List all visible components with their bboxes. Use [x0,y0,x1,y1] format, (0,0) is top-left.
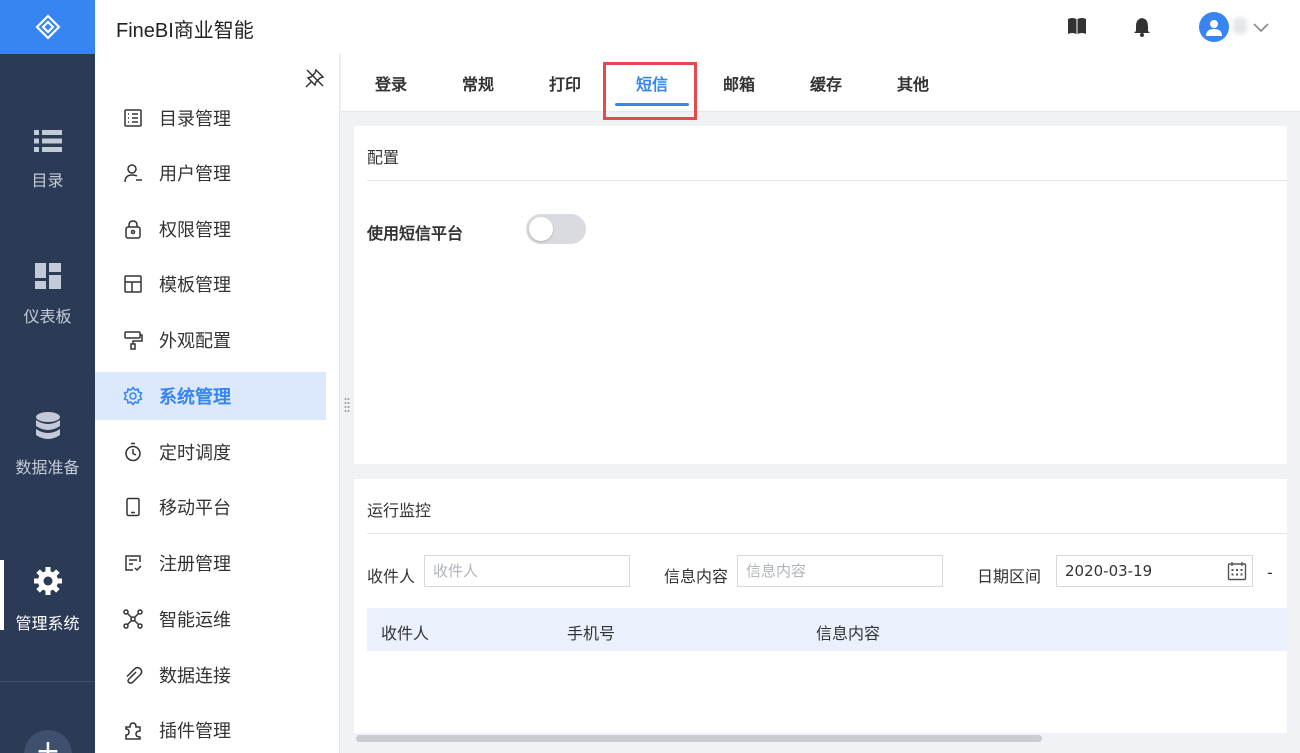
tab-other[interactable]: 其他 [883,54,943,112]
user-icon [122,162,144,184]
sidebar-item-label: 系统管理 [159,387,231,408]
avatar[interactable] [1199,12,1229,42]
sidebar-item-label: 外观配置 [159,331,231,352]
toggle-knob [529,217,553,241]
column-header[interactable]: 信息内容 [816,620,880,644]
sidebar-item-label: 目录管理 [159,109,231,130]
highlight-annotation [603,62,697,120]
section-title: 配置 [367,148,400,167]
resize-handle[interactable] [344,397,350,415]
settings-tabs: 登录 常规 打印 短信 邮箱 缓存 其他 [341,54,1300,112]
column-header[interactable]: 收件人 [381,620,429,644]
sms-platform-label: 使用短信平台 [367,224,464,243]
rail-item-label: 目录 [31,171,64,190]
add-button[interactable]: + [24,730,72,753]
section-title: 运行监控 [367,501,432,520]
register-icon [122,552,144,574]
list-icon [33,129,62,157]
sidebar-item-label: 模板管理 [159,275,231,296]
tab-login[interactable]: 登录 [361,54,421,112]
date-start-input[interactable] [1056,555,1253,587]
left-rail: 目录 仪表板 数据准备 管理系统 + [0,0,95,753]
admin-sidebar: 目录管理 用户管理 权限管理 模板管理 外观配置 系统管理 定时调度 移动平台 … [95,54,340,753]
horizontal-scrollbar[interactable] [354,733,1287,743]
lock-icon [122,218,144,240]
scrollbar-thumb[interactable] [356,735,1042,742]
sidebar-item-system[interactable]: 系统管理 [95,372,326,420]
network-icon [122,608,144,630]
gear-icon [33,566,63,600]
sidebar-item-mobile[interactable]: 移动平台 [95,483,326,531]
link-icon [122,664,144,686]
date-separator: - [1267,563,1273,582]
gear-icon [122,385,144,407]
rail-item-catalog[interactable]: 目录 [0,110,95,210]
top-header: FineBI商业智能 [95,0,1300,54]
template-icon [122,273,144,295]
plugin-icon [122,719,144,741]
content-input[interactable] [737,555,943,587]
logo-icon [34,14,61,40]
sidebar-item-schedule[interactable]: 定时调度 [95,428,326,476]
tab-general[interactable]: 常规 [448,54,508,112]
sms-platform-toggle[interactable] [526,214,586,244]
user-name-redacted [1233,18,1247,34]
divider [367,180,1287,181]
sidebar-item-templates[interactable]: 模板管理 [95,260,326,308]
rail-item-admin[interactable]: 管理系统 [0,550,95,650]
sidebar-item-plugins[interactable]: 插件管理 [95,706,326,753]
recipient-label: 收件人 [367,567,416,586]
config-panel: 配置 使用短信平台 [354,126,1287,464]
database-icon [35,412,61,444]
date-range-label: 日期区间 [977,567,1042,586]
sidebar-item-permissions[interactable]: 权限管理 [95,205,326,253]
mobile-icon [122,496,144,518]
rail-item-label: 数据准备 [15,458,80,477]
recipient-input[interactable] [424,555,630,587]
sidebar-item-label: 智能运维 [159,610,231,631]
content-label: 信息内容 [664,567,729,586]
chevron-down-icon[interactable] [1253,18,1269,37]
bell-icon[interactable] [1133,17,1151,41]
book-icon[interactable] [1067,17,1087,39]
pin-icon[interactable] [305,68,325,92]
sidebar-item-data-connection[interactable]: 数据连接 [95,651,326,699]
rail-item-label: 管理系统 [15,614,80,633]
sidebar-item-label: 用户管理 [159,164,231,185]
timer-icon [122,441,144,463]
calendar-icon[interactable] [1227,561,1247,585]
sidebar-item-label: 定时调度 [159,443,231,464]
app-logo[interactable] [0,0,95,54]
brush-icon [122,329,144,351]
tab-email[interactable]: 邮箱 [709,54,769,112]
rail-divider [0,681,95,682]
sidebar-item-register[interactable]: 注册管理 [95,539,326,587]
tab-cache[interactable]: 缓存 [796,54,856,112]
rail-item-label: 仪表板 [23,307,72,326]
sidebar-item-label: 权限管理 [159,220,231,241]
catalog-icon [122,107,144,129]
tab-print[interactable]: 打印 [535,54,595,112]
sidebar-item-label: 移动平台 [159,498,231,519]
rail-item-dashboard[interactable]: 仪表板 [0,245,95,345]
sidebar-item-catalog[interactable]: 目录管理 [95,94,326,142]
page-title: FineBI商业智能 [116,20,254,42]
sidebar-item-appearance[interactable]: 外观配置 [95,316,326,364]
table-header: 收件人 手机号 信息内容 [367,608,1287,651]
monitor-panel: 运行监控 收件人 信息内容 日期区间 - 收件人 手机号 信息内容 [354,479,1287,733]
sidebar-item-label: 插件管理 [159,721,231,742]
sidebar-item-label: 注册管理 [159,554,231,575]
sidebar-item-ops[interactable]: 智能运维 [95,595,326,643]
rail-item-data-prep[interactable]: 数据准备 [0,395,95,495]
sidebar-item-label: 数据连接 [159,666,231,687]
divider [367,533,1287,534]
column-header[interactable]: 手机号 [567,620,615,644]
user-avatar-icon [1206,20,1222,36]
sidebar-item-users[interactable]: 用户管理 [95,149,326,197]
dashboard-icon [34,263,61,293]
